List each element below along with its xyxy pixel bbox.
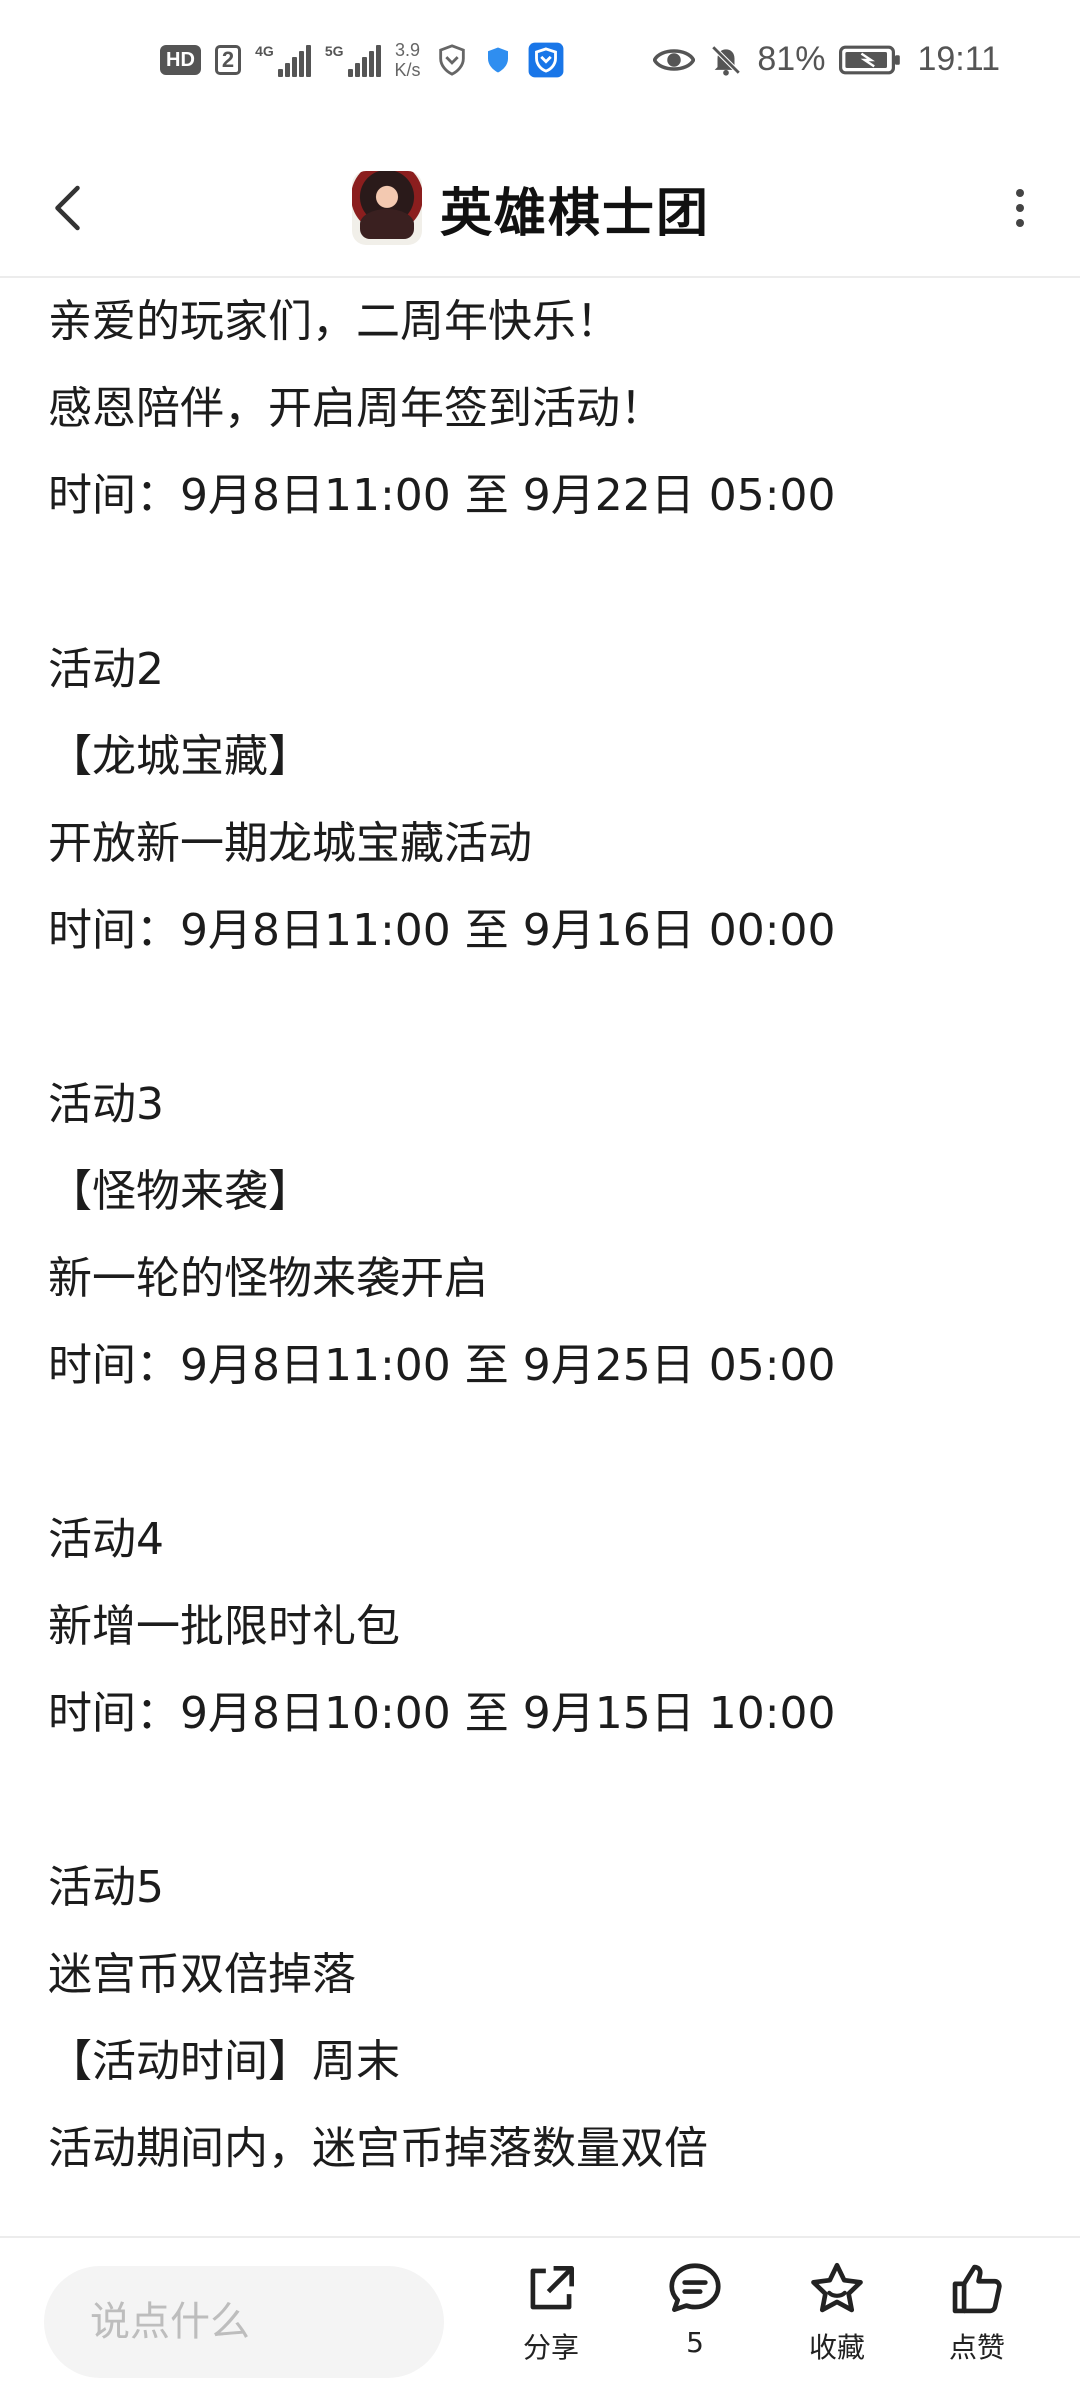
- hd-sim-number: 2: [214, 45, 242, 75]
- text-line: 时间：9月8日11:00 至 9月22日 05:00: [48, 470, 836, 521]
- share-icon: [530, 2266, 574, 2310]
- article-body: 亲爱的玩家们，二周年快乐！ 感恩陪伴，开启周年签到活动！ 时间：9月8日11:0…: [48, 278, 1048, 2238]
- mute-bell-icon: [711, 44, 741, 76]
- net-type-label: 5G: [324, 43, 344, 59]
- text-line: 【怪物来袭】: [48, 1166, 312, 1217]
- back-button[interactable]: [40, 178, 100, 238]
- clock: 19:11: [917, 40, 1000, 78]
- more-dots-icon: [1016, 189, 1024, 197]
- title-group: 英雄棋士团: [352, 158, 710, 258]
- more-options-button[interactable]: [990, 178, 1050, 238]
- page-title: 英雄棋士团: [440, 183, 711, 244]
- text-line: 【龙城宝藏】: [48, 731, 312, 782]
- battery-icon: [839, 45, 901, 74]
- more-dots-icon-dot: [1016, 219, 1024, 227]
- share-button[interactable]: 分享: [496, 2258, 606, 2388]
- like-button[interactable]: 点赞: [922, 2258, 1032, 2388]
- speed-value: 3.9: [395, 40, 421, 60]
- text-line: 亲爱的玩家们，二周年快乐！: [48, 296, 620, 347]
- bottom-action-bar: 说点什么 分享 5 收藏 点赞: [0, 2236, 1080, 2400]
- status-bar-right: 81% 19:11: [653, 40, 1000, 79]
- text-line: 活动2: [48, 644, 164, 695]
- vpn-shield-icon: [438, 44, 465, 76]
- favorite-label: 收藏: [808, 2331, 865, 2364]
- favorite-button[interactable]: 收藏: [782, 2258, 892, 2388]
- like-label: 点赞: [948, 2331, 1005, 2364]
- star-icon: [811, 2262, 863, 2313]
- speed-unit: K/s: [394, 60, 421, 80]
- comment-button[interactable]: 5: [640, 2258, 750, 2388]
- text-line: 活动3: [48, 1079, 164, 1130]
- status-bar-left: HD 2 4G 5G 3.9 K/s: [160, 40, 565, 80]
- text-line: 【活动时间】周末: [48, 2036, 400, 2087]
- hd-badge: HD: [160, 45, 201, 75]
- more-dots-icon-dot: [1016, 204, 1024, 212]
- net-type-label: 4G: [255, 43, 274, 59]
- chevron-left-icon: [55, 185, 80, 231]
- comment-bubble-icon: [669, 2263, 721, 2312]
- text-line: 新增一批限时礼包: [48, 1601, 400, 1652]
- signal-5g-icon: 5G: [325, 43, 381, 77]
- network-speed: 3.9 K/s: [395, 40, 421, 80]
- thumbs-up-icon: [952, 2264, 1002, 2314]
- text-line: 时间：9月8日11:00 至 9月16日 00:00: [48, 905, 836, 956]
- eye-icon: [653, 48, 696, 71]
- text-line: 开放新一期龙城宝藏活动: [48, 818, 532, 869]
- text-line: 迷宫币双倍掉落: [48, 1949, 356, 2000]
- signal-4g-icon: 4G: [255, 43, 311, 77]
- share-label: 分享: [522, 2331, 579, 2364]
- security-shield-icon: [487, 47, 508, 73]
- text-line: 活动4: [48, 1514, 164, 1565]
- game-avatar[interactable]: [352, 171, 422, 245]
- comment-count: 5: [686, 2326, 704, 2359]
- text-line: 感恩陪伴，开启周年签到活动！: [48, 383, 664, 434]
- guard-app-icon: [528, 42, 563, 78]
- text-line: 活动期间内，迷宫币掉落数量双倍: [48, 2123, 708, 2174]
- top-nav-bar: 英雄棋士团: [0, 138, 1080, 278]
- status-bar: HD 2 4G 5G 3.9 K/s 81% 19:11: [0, 0, 1080, 138]
- text-line: 新一轮的怪物来袭开启: [48, 1253, 488, 1304]
- comment-input[interactable]: 说点什么: [44, 2266, 444, 2378]
- text-line: 时间：9月8日10:00 至 9月15日 10:00: [48, 1688, 836, 1739]
- text-line: 活动5: [48, 1862, 164, 1913]
- battery-percent: 81%: [757, 40, 826, 78]
- text-line: 时间：9月8日11:00 至 9月25日 05:00: [48, 1340, 836, 1391]
